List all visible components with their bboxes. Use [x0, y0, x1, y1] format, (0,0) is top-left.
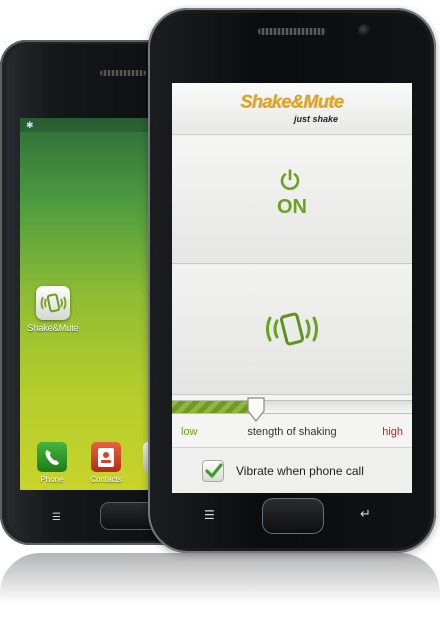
status-label: ON — [277, 196, 307, 218]
slider-high-label: high — [382, 426, 403, 438]
dock-item-phone[interactable]: Phone — [32, 442, 72, 484]
vibrating-phone-icon — [266, 312, 318, 346]
power-icon — [280, 169, 300, 190]
slider-low-label: low — [181, 426, 198, 438]
back-arrow-icon[interactable]: ↵ — [360, 506, 371, 522]
vibrate-option-row[interactable]: Vibrate when phone call — [172, 449, 412, 493]
vibrate-label: Vibrate when phone call — [236, 464, 364, 478]
menu-icon[interactable]: ☰ — [204, 508, 215, 522]
back-phone-buttons: ☰ — [20, 502, 160, 532]
shake-mute-app-label: Shake&Mute — [27, 323, 79, 333]
dock-item-contacts[interactable]: Contacts — [86, 442, 126, 484]
app-header: Shake&Mute just shake — [172, 83, 412, 135]
menu-icon[interactable]: ☰ — [52, 512, 61, 523]
front-phone: Shake&Mute just shake ON stength of shak… — [148, 8, 436, 553]
back-phone-speaker — [100, 70, 146, 76]
front-phone-buttons: ☰ ↵ — [172, 496, 412, 536]
app-logo-title: Shake&Mute — [240, 92, 344, 112]
status-bar: ✱ — [20, 118, 160, 132]
home-button[interactable] — [262, 498, 324, 534]
checkmark-icon — [205, 463, 223, 478]
power-toggle-button[interactable]: ON — [172, 136, 412, 264]
dock-label-phone: Phone — [40, 475, 64, 484]
shake-mute-app-icon[interactable] — [36, 286, 70, 320]
dock: Phone Contacts M — [20, 436, 160, 490]
front-phone-speaker — [258, 28, 326, 35]
slider-thumb[interactable] — [247, 397, 265, 423]
phone-icon — [37, 442, 67, 472]
vibrate-checkbox[interactable] — [202, 460, 224, 482]
front-camera — [358, 24, 371, 37]
shake-strength-slider-area: stength of shaking low high — [172, 396, 412, 448]
vibrating-phone-icon — [40, 293, 67, 313]
shake-panel[interactable] — [172, 265, 412, 395]
bluetooth-icon: ✱ — [26, 120, 34, 130]
contacts-icon — [91, 442, 121, 472]
slider-fill — [172, 401, 256, 413]
app-logo-subtitle: just shake — [294, 114, 339, 124]
dock-label-contacts: Contacts — [90, 475, 122, 484]
phone-reflection — [0, 553, 440, 627]
back-phone-screen: ✱ Shake&Mute Phone Contacts — [20, 118, 160, 490]
slider-caption: stength of shaking — [247, 426, 337, 438]
app-screen: Shake&Mute just shake ON stength of shak… — [172, 83, 412, 493]
shake-strength-slider[interactable] — [172, 397, 412, 422]
